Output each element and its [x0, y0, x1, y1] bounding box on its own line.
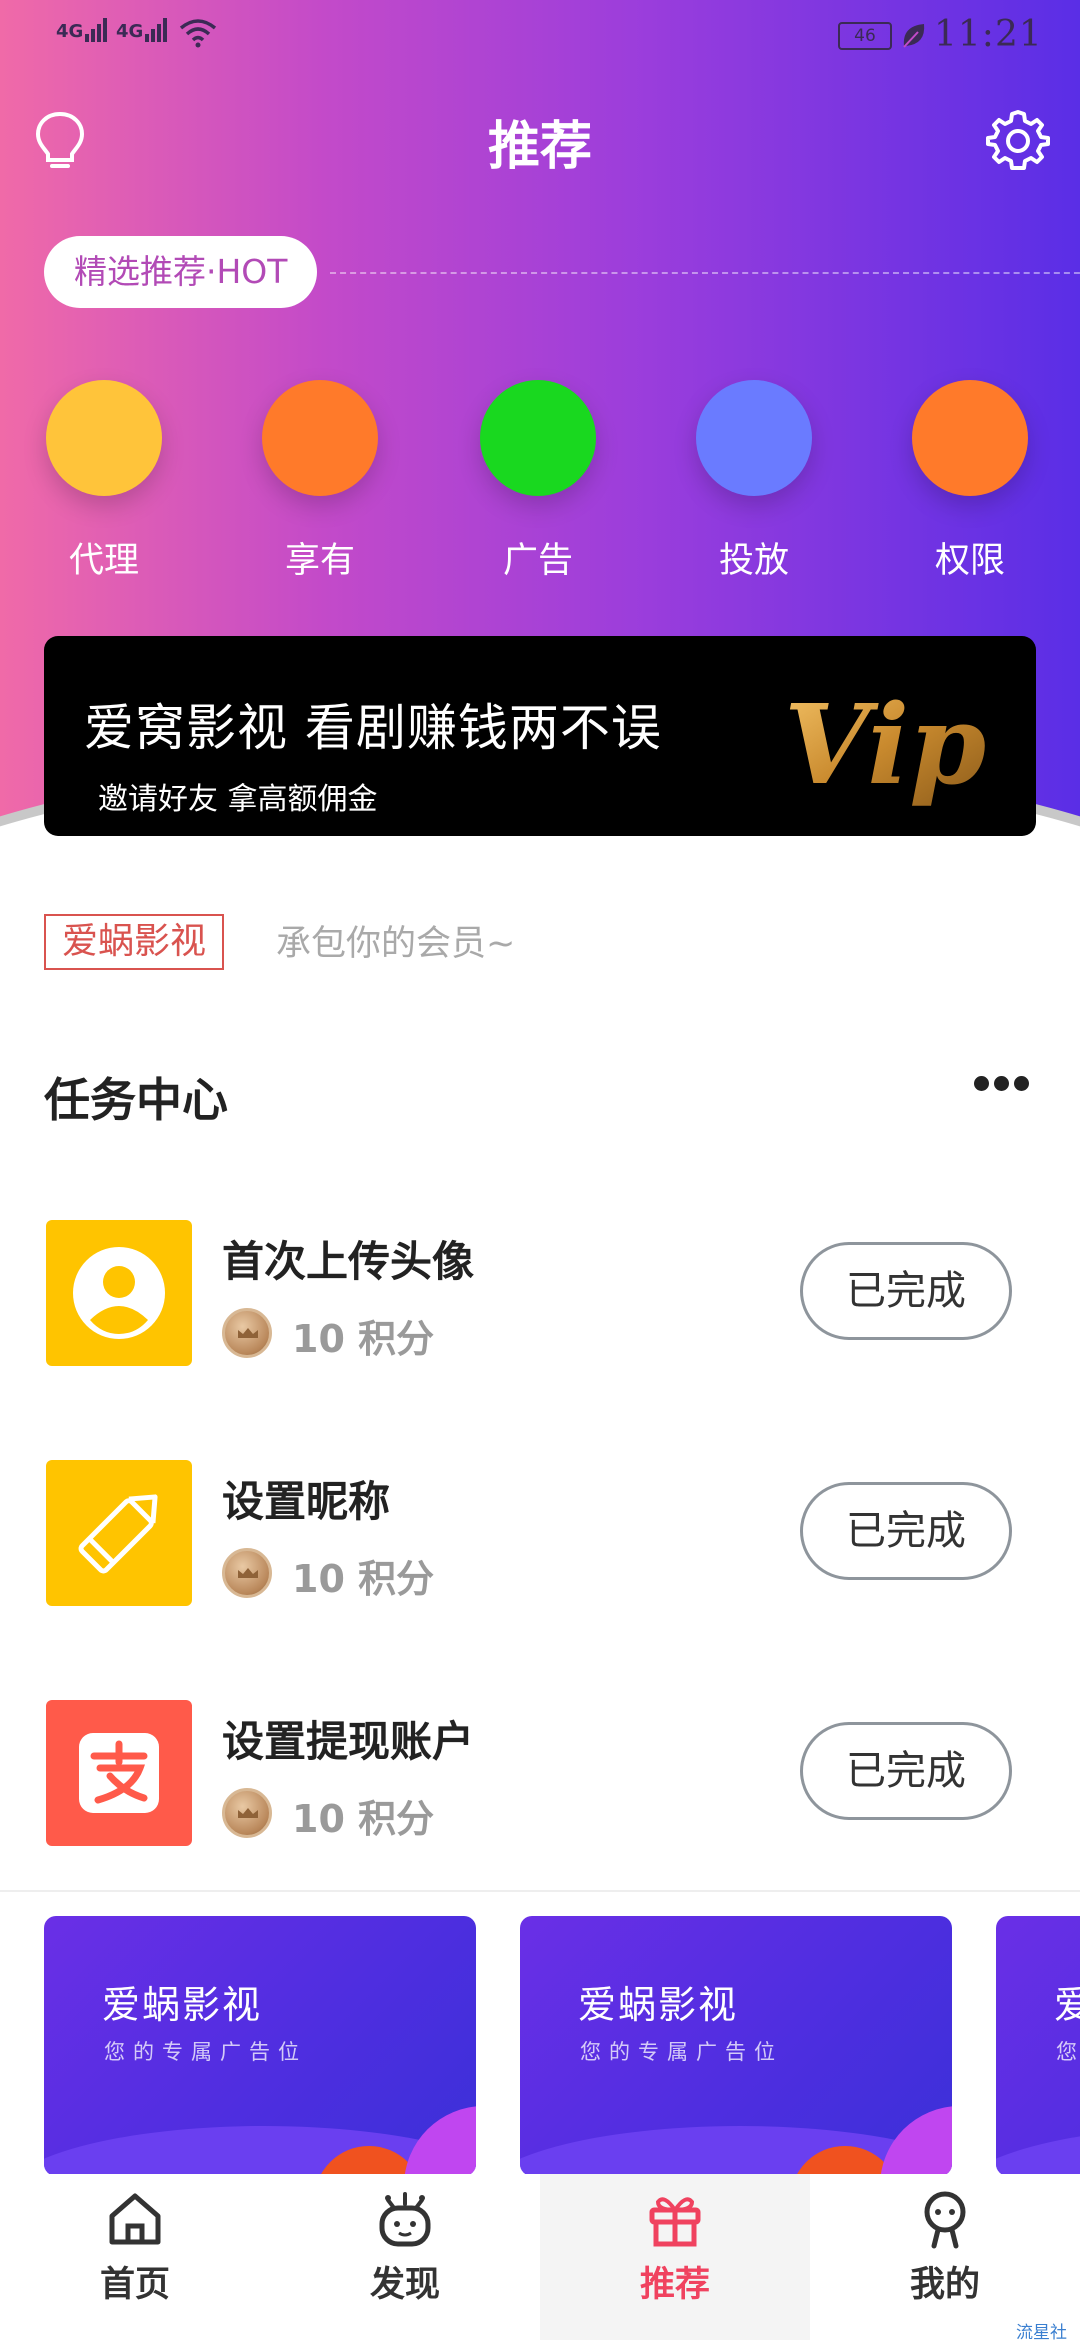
ad-title: 爱 [1054, 1983, 1080, 2027]
coin-icon [222, 1788, 272, 1838]
ad-card[interactable]: 爱蜗影视 您的专属广告位 [44, 1916, 476, 2176]
category-row: 代理 享有 广告 投放 权限 [0, 380, 1080, 600]
bottom-tab-bar: 首页 发现 推荐 我的 [0, 2174, 1080, 2340]
vip-badge: Vip [784, 680, 986, 808]
ad-subtitle: 您的专属广告位 [104, 2040, 307, 2064]
task-complete-button[interactable]: 已完成 [800, 1242, 1012, 1340]
category-agent[interactable]: 代理 [14, 380, 194, 583]
tab-label: 推荐 [639, 2265, 710, 2305]
task-points: 10 积分 [292, 1557, 435, 1601]
tab-recommend[interactable]: 推荐 [540, 2174, 810, 2340]
coin-icon [222, 1548, 272, 1598]
ad-subtitle: 您的专属广告位 [580, 2040, 783, 2064]
banner-title: 爱窝影视 看剧赚钱两不误 [84, 699, 662, 757]
alipay-icon [46, 1700, 192, 1846]
category-permission[interactable]: 权限 [880, 380, 1060, 583]
dashed-divider [330, 272, 1080, 274]
tab-label: 我的 [909, 2265, 980, 2305]
tab-discover[interactable]: 发现 [270, 2174, 540, 2340]
task-center-title: 任务中心 [44, 1073, 228, 1127]
ad-title: 爱蜗影视 [578, 1983, 739, 2027]
user-icon [924, 2191, 966, 2249]
ad-carousel: 爱蜗影视 您的专属广告位 爱蜗影视 您的专属广告位 爱 您 [0, 1916, 1080, 2176]
hot-recommend-pill[interactable]: 精选推荐·HOT [44, 236, 318, 308]
category-label: 广告 [502, 541, 573, 581]
task-points: 10 积分 [292, 1317, 435, 1361]
category-label: 享有 [284, 541, 355, 581]
leaf-icon [903, 24, 925, 48]
category-delivery[interactable]: 投放 [664, 380, 844, 583]
vip-text: Vip [784, 680, 986, 808]
category-dot [46, 380, 162, 496]
tab-mine[interactable]: 我的 [810, 2174, 1080, 2340]
category-label: 代理 [68, 541, 139, 581]
task-title: 设置昵称 [222, 1477, 391, 1526]
task-title: 首次上传头像 [222, 1237, 475, 1286]
category-label: 投放 [718, 541, 789, 581]
ad-subtitle: 您 [1056, 2040, 1080, 2064]
more-options-button[interactable] [974, 1076, 1038, 1106]
robot-icon [379, 2192, 431, 2247]
promo-banner[interactable]: 爱窝影视 看剧赚钱两不误 邀请好友 拿高额佣金 Vip [44, 636, 1036, 836]
task-title: 设置提现账户 [222, 1717, 475, 1766]
wifi-icon [179, 19, 217, 48]
avatar-icon [46, 1220, 192, 1366]
pencil-icon [46, 1460, 192, 1606]
task-item: 设置提现账户 10 积分 已完成 [0, 1700, 1080, 1850]
tab-label: 首页 [99, 2265, 170, 2305]
ad-card[interactable]: 爱 您 [996, 1916, 1080, 2176]
task-complete-button[interactable]: 已完成 [800, 1722, 1012, 1820]
task-points: 10 积分 [292, 1797, 435, 1841]
ad-card[interactable]: 爱蜗影视 您的专属广告位 [520, 1916, 952, 2176]
ad-title: 爱蜗影视 [102, 1983, 263, 2027]
watermark: 流星社区 [1016, 2323, 1067, 2340]
category-label: 权限 [934, 541, 1005, 581]
signal-strength-1: 4G [56, 18, 109, 42]
brand-tag: 爱蜗影视 [44, 914, 225, 970]
coin-icon [222, 1308, 272, 1358]
category-dot [696, 380, 812, 496]
section-divider [0, 1890, 1080, 1892]
task-item: 设置昵称 10 积分 已完成 [0, 1460, 1080, 1610]
task-complete-button[interactable]: 已完成 [800, 1482, 1012, 1580]
category-dot [480, 380, 596, 496]
category-dot [262, 380, 378, 496]
battery-indicator: 46 [838, 22, 892, 50]
status-bar: 4G 4G 46 11:21 [0, 0, 1080, 72]
ad-wave [996, 2126, 1080, 2176]
category-dot [912, 380, 1028, 496]
tab-label: 发现 [369, 2265, 440, 2305]
tab-home[interactable]: 首页 [0, 2174, 270, 2340]
banner-subtitle: 邀请好友 拿高额佣金 [98, 782, 378, 817]
clock: 11:21 [934, 14, 1043, 55]
gift-icon [649, 2197, 701, 2247]
gear-icon[interactable] [986, 108, 1050, 172]
page-title: 推荐 [487, 117, 592, 177]
category-ads[interactable]: 广告 [448, 380, 628, 583]
signal-strength-2: 4G [116, 18, 169, 42]
brand-slogan: 承包你的会员~ [276, 924, 516, 964]
task-item: 首次上传头像 10 积分 已完成 [0, 1220, 1080, 1370]
category-enjoy[interactable]: 享有 [230, 380, 410, 583]
home-icon [109, 2193, 161, 2245]
